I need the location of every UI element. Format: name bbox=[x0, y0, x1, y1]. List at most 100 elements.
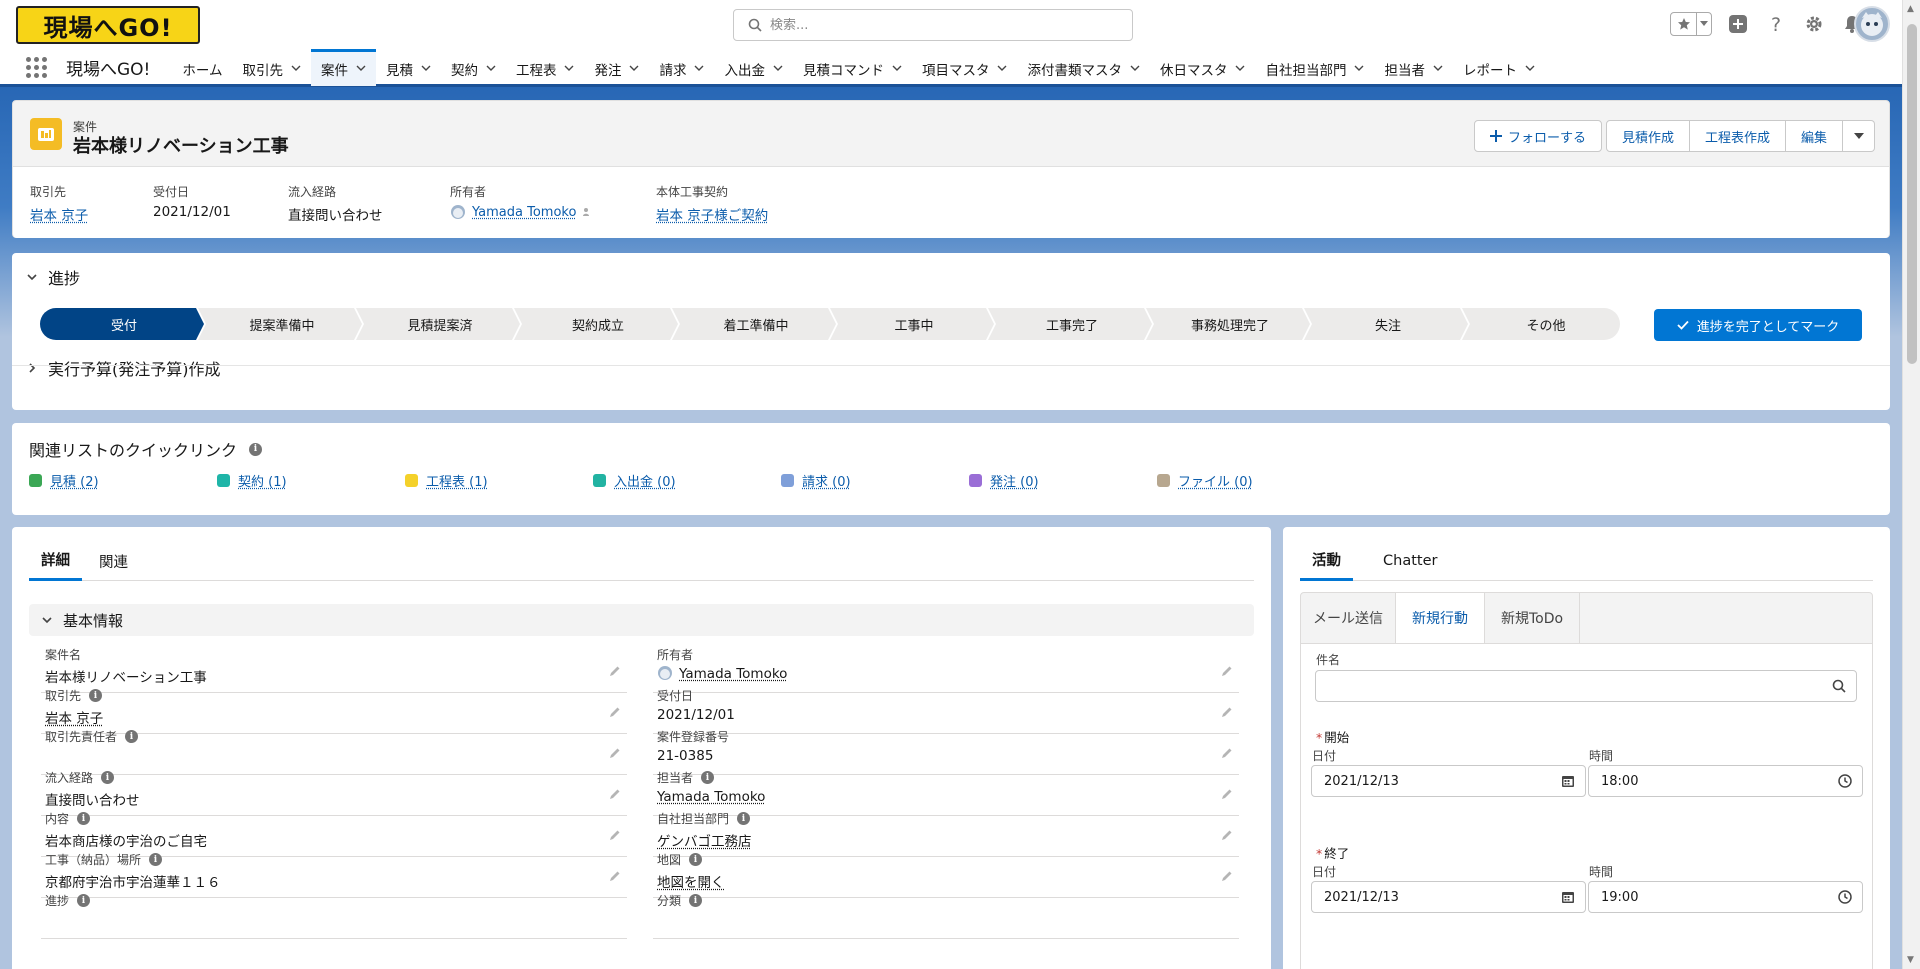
quick-link-label[interactable]: 請求 (0) bbox=[802, 471, 851, 490]
edit-pencil-icon[interactable] bbox=[609, 706, 621, 722]
edit-pencil-icon[interactable] bbox=[609, 829, 621, 845]
chevron-down-icon[interactable] bbox=[997, 62, 1007, 75]
info-icon[interactable]: i bbox=[701, 771, 715, 784]
tab-new-task[interactable]: 新規ToDo bbox=[1485, 593, 1581, 643]
owner-link[interactable]: Yamada Tomoko bbox=[472, 205, 576, 220]
quick-link-label[interactable]: 工程表 (1) bbox=[426, 471, 488, 490]
favorites-menu-chevron-icon[interactable] bbox=[1697, 13, 1711, 35]
edit-pencil-icon[interactable] bbox=[609, 747, 621, 763]
subject-input[interactable] bbox=[1315, 670, 1857, 702]
path-stage[interactable]: 受付 bbox=[40, 308, 204, 340]
field-value[interactable]: 地図を開く bbox=[657, 871, 725, 891]
create-estimate-button[interactable]: 見積作成 bbox=[1605, 120, 1690, 152]
change-owner-icon[interactable] bbox=[582, 207, 592, 217]
path-stage[interactable]: 提案準備中 bbox=[198, 308, 362, 340]
edit-pencil-icon[interactable] bbox=[609, 665, 621, 681]
path-stage[interactable]: 工事中 bbox=[830, 308, 994, 340]
edit-pencil-icon[interactable] bbox=[1221, 788, 1233, 804]
quick-link-label[interactable]: 発注 (0) bbox=[990, 471, 1039, 490]
path-stage[interactable]: 着工準備中 bbox=[672, 308, 836, 340]
edit-pencil-icon[interactable] bbox=[1221, 829, 1233, 845]
favorites-star-icon[interactable] bbox=[1671, 13, 1697, 35]
quick-link-label[interactable]: 見積 (2) bbox=[50, 471, 99, 490]
field-value[interactable]: Yamada Tomoko bbox=[657, 789, 765, 805]
edit-pencil-icon[interactable] bbox=[609, 870, 621, 886]
quick-link-label[interactable]: 契約 (1) bbox=[238, 471, 287, 490]
edit-pencil-icon[interactable] bbox=[1221, 706, 1233, 722]
app-logo[interactable]: 現場へGO! bbox=[16, 6, 200, 44]
field-value[interactable]: ゲンバゴ工務店 bbox=[657, 830, 752, 850]
scroll-up-arrow-icon[interactable]: ▲ bbox=[1907, 4, 1914, 14]
quick-link[interactable]: 工程表 (1) bbox=[405, 471, 593, 490]
scrollbar-thumb[interactable] bbox=[1907, 24, 1917, 364]
mark-stage-complete-button[interactable]: 進捗を完了としてマーク bbox=[1654, 309, 1862, 341]
info-icon[interactable]: i bbox=[689, 894, 703, 907]
path-stage[interactable]: 契約成立 bbox=[514, 308, 678, 340]
contract-link[interactable]: 岩本 京子様ご契約 bbox=[656, 204, 768, 224]
quick-link-label[interactable]: 入出金 (0) bbox=[614, 471, 676, 490]
quick-link[interactable]: 発注 (0) bbox=[969, 471, 1157, 490]
nav-item[interactable]: 発注 bbox=[584, 49, 649, 86]
nav-item[interactable]: 見積コマンド bbox=[793, 49, 912, 86]
info-icon[interactable]: i bbox=[77, 894, 91, 907]
nav-item[interactable]: ホーム bbox=[172, 49, 232, 86]
chevron-down-icon[interactable] bbox=[629, 62, 639, 75]
chevron-down-icon[interactable] bbox=[356, 62, 366, 75]
info-icon[interactable]: i bbox=[77, 812, 91, 825]
path-stage[interactable]: その他 bbox=[1462, 308, 1620, 340]
chevron-down-icon[interactable] bbox=[694, 62, 704, 75]
path-stage[interactable]: 事務処理完了 bbox=[1146, 308, 1310, 340]
tab-chatter[interactable]: Chatter bbox=[1353, 541, 1467, 581]
tab-activity[interactable]: 活動 bbox=[1300, 541, 1353, 581]
start-date-input[interactable]: 2021/12/13 bbox=[1311, 765, 1586, 797]
nav-item[interactable]: 項目マスタ bbox=[912, 49, 1018, 86]
search-input[interactable] bbox=[770, 17, 1110, 33]
tab-send-email[interactable]: メール送信 bbox=[1301, 593, 1396, 643]
account-link[interactable]: 岩本 京子 bbox=[30, 204, 88, 224]
quick-link[interactable]: 見積 (2) bbox=[29, 471, 217, 490]
end-date-input[interactable]: 2021/12/13 bbox=[1311, 881, 1586, 913]
tab-details[interactable]: 詳細 bbox=[29, 541, 82, 581]
user-avatar[interactable] bbox=[1854, 6, 1890, 42]
nav-item[interactable]: 請求 bbox=[649, 49, 714, 86]
basic-info-section-header[interactable]: 基本情報 bbox=[29, 604, 1254, 636]
app-launcher-icon[interactable] bbox=[24, 55, 48, 79]
nav-item[interactable]: 自社担当部門 bbox=[1255, 49, 1374, 86]
quick-link[interactable]: 請求 (0) bbox=[781, 471, 969, 490]
edit-pencil-icon[interactable] bbox=[609, 788, 621, 804]
quick-link[interactable]: 契約 (1) bbox=[217, 471, 405, 490]
chevron-down-icon[interactable] bbox=[1433, 62, 1443, 75]
nav-item[interactable]: 契約 bbox=[441, 49, 506, 86]
quick-link[interactable]: 入出金 (0) bbox=[593, 471, 781, 490]
end-time-input[interactable]: 19:00 bbox=[1588, 881, 1863, 913]
global-search[interactable] bbox=[733, 9, 1133, 41]
field-value[interactable]: Yamada Tomoko bbox=[679, 666, 787, 682]
path-stage[interactable]: 失注 bbox=[1304, 308, 1468, 340]
tab-new-event[interactable]: 新規行動 bbox=[1396, 593, 1485, 643]
budget-section-toggle[interactable]: 実行予算(発注予算)作成 bbox=[26, 356, 221, 380]
nav-item[interactable]: 担当者 bbox=[1374, 49, 1453, 86]
tab-related[interactable]: 関連 bbox=[82, 541, 145, 581]
chevron-down-icon[interactable] bbox=[892, 62, 902, 75]
chevron-down-icon[interactable] bbox=[486, 62, 496, 75]
help-icon[interactable]: ? bbox=[1764, 12, 1788, 36]
page-scrollbar[interactable]: ▲ ▼ bbox=[1902, 0, 1920, 969]
progress-section-toggle[interactable]: 進捗 bbox=[26, 265, 80, 289]
quick-link-label[interactable]: ファイル (0) bbox=[1178, 471, 1253, 490]
global-create-icon[interactable] bbox=[1726, 12, 1750, 36]
nav-item[interactable]: 入出金 bbox=[714, 49, 793, 86]
nav-item[interactable]: レポート bbox=[1453, 49, 1545, 86]
info-icon[interactable]: i bbox=[101, 771, 115, 784]
change-owner-icon[interactable] bbox=[1221, 665, 1233, 681]
path-stage[interactable]: 工事完了 bbox=[988, 308, 1152, 340]
field-value[interactable]: 岩本 京子 bbox=[45, 707, 103, 727]
create-schedule-button[interactable]: 工程表作成 bbox=[1689, 120, 1786, 152]
edit-pencil-icon[interactable] bbox=[1221, 870, 1233, 886]
edit-button[interactable]: 編集 bbox=[1785, 120, 1843, 152]
chevron-down-icon[interactable] bbox=[773, 62, 783, 75]
info-icon[interactable]: i bbox=[689, 853, 703, 866]
info-icon[interactable]: i bbox=[89, 689, 103, 702]
nav-item[interactable]: 添付書類マスタ bbox=[1017, 49, 1150, 86]
chevron-down-icon[interactable] bbox=[291, 62, 301, 75]
edit-pencil-icon[interactable] bbox=[1221, 747, 1233, 763]
